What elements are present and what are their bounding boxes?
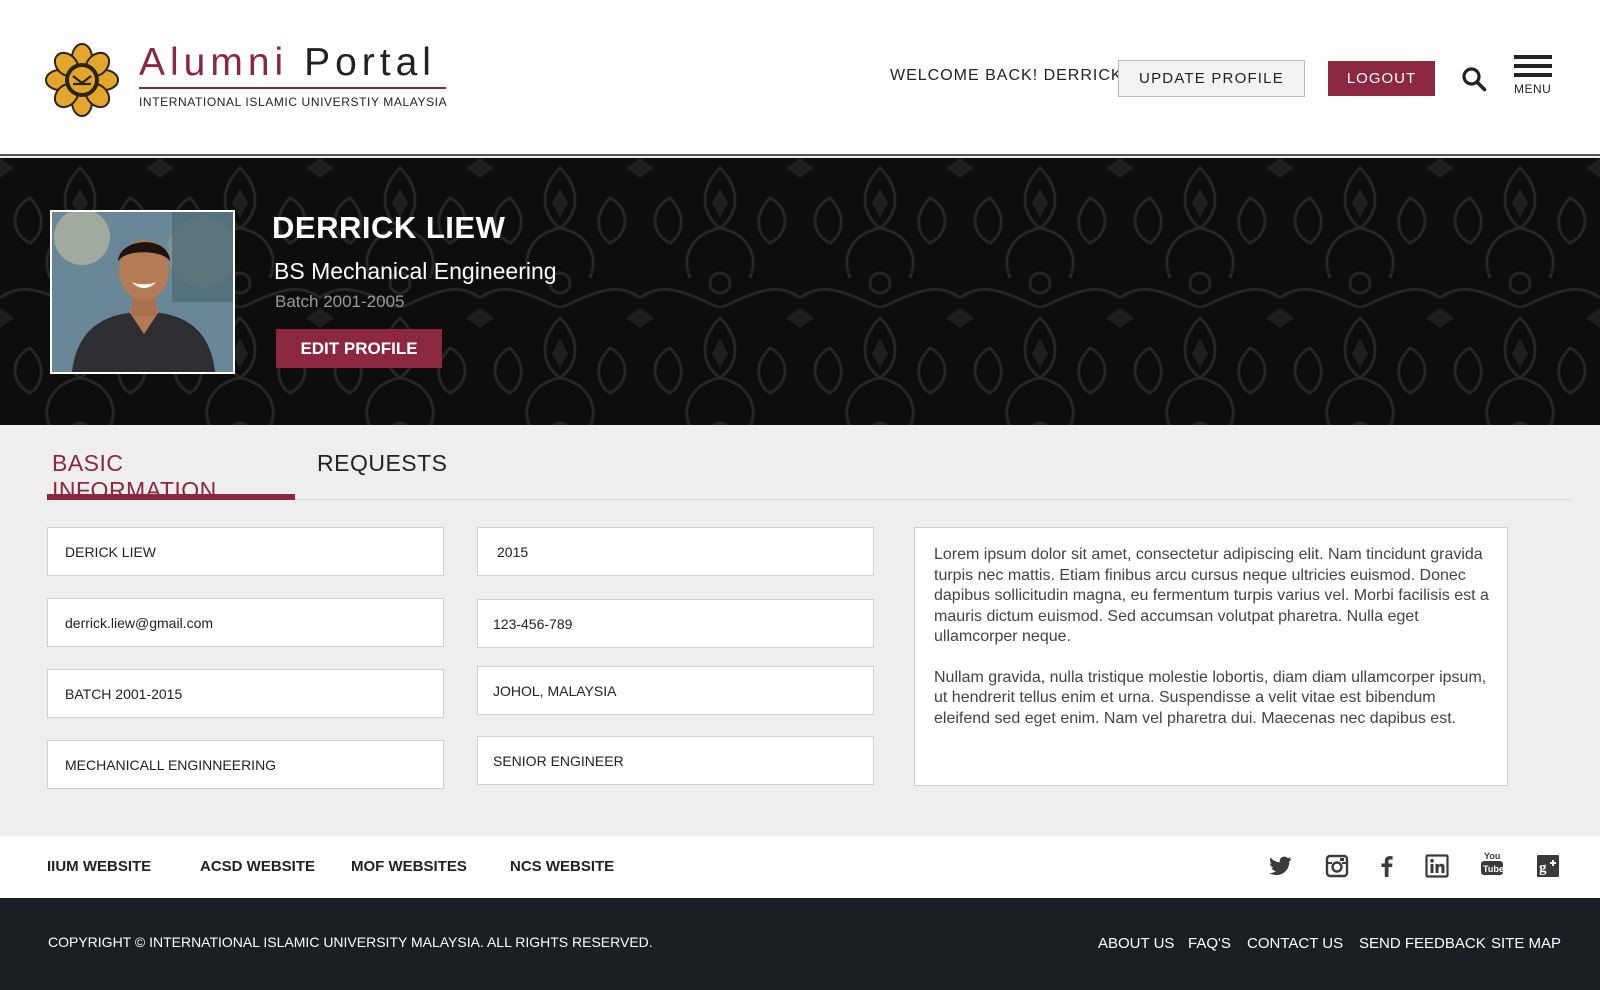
svg-text:g: g: [1539, 860, 1547, 876]
link-ncs-website[interactable]: NCS WEBSITE: [510, 858, 614, 875]
update-profile-button[interactable]: UPDATE PROFILE: [1118, 60, 1305, 97]
profile-banner: DERRICK LIEW BS Mechanical Engineering B…: [0, 158, 1600, 425]
facebook-icon[interactable]: [1375, 854, 1399, 878]
profile-name: DERRICK LIEW: [272, 210, 506, 245]
link-mof-websites[interactable]: MOF WEBSITES: [351, 858, 467, 875]
welcome-message: WELCOME BACK! DERRICK: [890, 67, 1123, 84]
external-links-bar: IIUM WEBSITE ACSD WEBSITE MOF WEBSITES N…: [0, 836, 1600, 898]
logout-button[interactable]: LOGOUT: [1328, 61, 1435, 96]
svg-text:You: You: [1484, 851, 1500, 861]
profile-batch: Batch 2001-2005: [275, 292, 405, 311]
position-field[interactable]: SENIOR ENGINEER: [477, 736, 874, 785]
email-field[interactable]: derrick.liew@gmail.com: [47, 598, 444, 647]
menu-label: MENU: [1514, 82, 1552, 96]
link-acsd-website[interactable]: ACSD WEBSITE: [200, 858, 315, 875]
google-plus-icon[interactable]: g: [1536, 854, 1560, 878]
hamburger-menu-button[interactable]: MENU: [1514, 55, 1554, 103]
batch-field[interactable]: BATCH 2001-2015: [47, 669, 444, 718]
footer-link-faqs[interactable]: FAQ'S: [1188, 935, 1231, 952]
hamburger-icon: [1514, 55, 1552, 59]
linkedin-icon[interactable]: [1425, 854, 1449, 878]
tab-basic-information[interactable]: BASIC INFORMATION: [47, 450, 295, 503]
svg-text:Tube: Tube: [1483, 864, 1504, 874]
full-name-field[interactable]: DERICK LIEW: [47, 527, 444, 576]
search-icon[interactable]: [1461, 66, 1487, 92]
footer-link-site-map[interactable]: SITE MAP: [1491, 935, 1561, 952]
site-title-portal: Portal: [304, 41, 436, 84]
about-paragraph-2: Nullam gravida, nulla tristique molestie…: [934, 668, 1487, 727]
footer-link-contact-us[interactable]: CONTACT US: [1247, 935, 1343, 952]
profile-degree: BS Mechanical Engineering: [274, 258, 557, 284]
title-underline: [139, 87, 446, 89]
copyright-text: COPYRIGHT © INTERNATIONAL ISLAMIC UNIVER…: [48, 934, 653, 950]
instagram-icon[interactable]: [1325, 854, 1349, 878]
about-textarea[interactable]: Lorem ipsum dolor sit amet, consectetur …: [914, 527, 1508, 786]
link-iium-website[interactable]: IIUM WEBSITE: [47, 858, 151, 875]
footer-link-about-us[interactable]: ABOUT US: [1098, 935, 1174, 952]
about-paragraph-1: Lorem ipsum dolor sit amet, consectetur …: [934, 546, 1489, 645]
brand: Alumni Portal INTERNATIONAL ISLAMIC UNIV…: [139, 40, 447, 109]
avatar-image: [52, 212, 233, 372]
tab-requests[interactable]: REQUESTS: [317, 450, 448, 500]
university-logo[interactable]: [44, 42, 120, 118]
twitter-icon[interactable]: [1269, 854, 1293, 878]
damask-pattern-background: [0, 158, 1600, 425]
profile-photo: [50, 210, 235, 374]
location-field[interactable]: JOHOL, MALAYSIA: [477, 666, 874, 715]
year-field[interactable]: 2015: [477, 527, 874, 576]
footer-link-send-feedback[interactable]: SEND FEEDBACK: [1359, 935, 1486, 952]
youtube-icon[interactable]: You Tube: [1480, 850, 1504, 878]
edit-profile-button[interactable]: EDIT PROFILE: [276, 329, 442, 368]
profile-tabs: BASIC INFORMATION REQUESTS: [47, 450, 1571, 503]
site-subtitle: INTERNATIONAL ISLAMIC UNIVERSTIY MALAYSI…: [139, 95, 448, 109]
phone-field[interactable]: 123-456-789: [477, 599, 874, 648]
site-title: Alumni Portal: [139, 40, 447, 86]
site-title-alumni: Alumni: [139, 41, 289, 84]
site-footer: COPYRIGHT © INTERNATIONAL ISLAMIC UNIVER…: [0, 898, 1600, 990]
program-field[interactable]: MECHANICALL ENGINNEERING: [47, 740, 444, 789]
site-header: Alumni Portal INTERNATIONAL ISLAMIC UNIV…: [0, 0, 1600, 156]
